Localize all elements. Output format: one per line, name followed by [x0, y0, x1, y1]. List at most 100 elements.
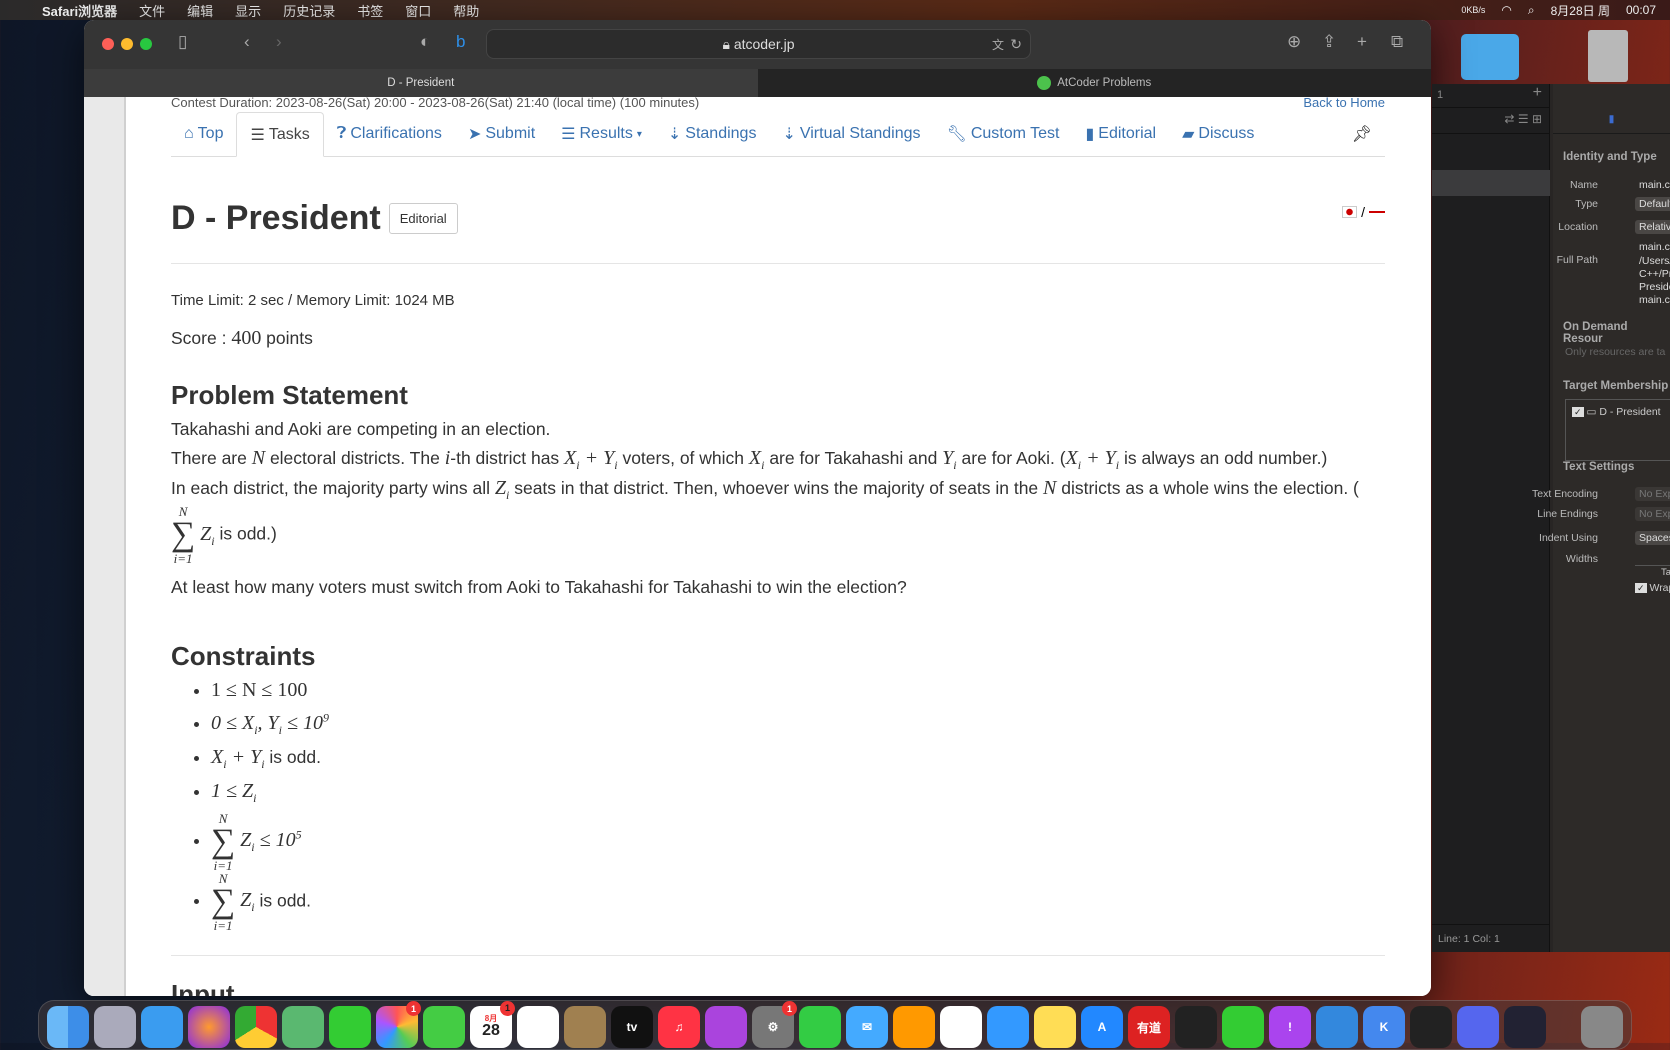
nav-virtual-standings[interactable]: ⇣ Virtual Standings	[769, 112, 933, 156]
nav-editorial[interactable]: ▮ Editorial	[1072, 112, 1169, 156]
editorial-button[interactable]: Editorial	[388, 203, 458, 234]
qq-icon[interactable]	[1410, 1006, 1452, 1048]
nav-label: Discuss	[1198, 125, 1255, 142]
qq-icon[interactable]	[1175, 1006, 1217, 1048]
translate-icon[interactable]: ⽂	[992, 36, 1004, 53]
encoding-select[interactable]: No Explicit	[1635, 487, 1670, 501]
line-endings-select[interactable]: No Explicit	[1635, 507, 1670, 521]
freeform-icon[interactable]	[940, 1006, 982, 1048]
new-tab-icon[interactable]: +	[1357, 32, 1367, 52]
close-button[interactable]	[102, 38, 114, 50]
sidebar-icon[interactable]: ▯	[178, 32, 187, 52]
launchpad-icon[interactable]	[94, 1006, 136, 1048]
notes-icon[interactable]	[1034, 1006, 1076, 1048]
name-field[interactable]: main.cpp	[1635, 178, 1670, 192]
clock-time[interactable]: 00:07	[1626, 3, 1656, 17]
system-settings-icon[interactable]: ⚙ 1	[752, 1001, 797, 1048]
swap-icon[interactable]: ⇄	[1504, 112, 1514, 126]
discord-icon[interactable]	[1457, 1006, 1499, 1048]
indent-select[interactable]: Spaces	[1635, 531, 1670, 545]
wifi-icon[interactable]: ◠	[1501, 3, 1511, 17]
flag-jp-icon[interactable]	[1342, 206, 1358, 218]
nav-label: Top	[197, 125, 224, 142]
wrap-lines-checkbox[interactable]: ✓ Wrap lines	[1635, 582, 1670, 594]
music-icon[interactable]: ♫	[658, 1006, 700, 1048]
text-settings-heading: Text Settings	[1563, 461, 1635, 473]
pages-icon[interactable]	[893, 1006, 935, 1048]
location-select[interactable]: Relative	[1635, 220, 1670, 234]
address-bar[interactable]: 🔒︎ atcoder.jp ↻ ⽂	[486, 29, 1031, 59]
chrome-icon[interactable]	[235, 1006, 277, 1048]
odr-field[interactable]: Only resources are ta	[1565, 346, 1665, 358]
maps-icon[interactable]	[282, 1006, 324, 1048]
menu-history[interactable]: 历史记录	[283, 1, 335, 20]
calendar-icon[interactable]: 8月 28 1	[470, 1001, 515, 1048]
wechat-icon[interactable]	[1222, 1006, 1264, 1048]
editor-tab[interactable]: 1 +	[1432, 84, 1550, 108]
menu-file[interactable]: 文件	[139, 1, 165, 20]
nav-clarifications[interactable]: ❓︎ Clarifications	[324, 112, 455, 156]
youdao-icon[interactable]: 有道	[1128, 1006, 1170, 1048]
safari-icon[interactable]	[141, 1006, 183, 1048]
finder-icon[interactable]	[47, 1006, 89, 1048]
back-icon[interactable]: ‹	[244, 32, 250, 52]
obs-icon[interactable]	[1504, 1006, 1546, 1048]
nav-custom-test[interactable]: 🔧︎ Custom Test	[934, 112, 1073, 156]
question-icon: ❓︎	[336, 125, 347, 142]
type-select[interactable]: Default	[1635, 197, 1670, 211]
apple-tv-icon[interactable]: tv	[611, 1006, 653, 1048]
file-inspector-icon[interactable]: ▮	[1553, 108, 1670, 134]
add-editor-icon[interactable]: ⊞	[1532, 112, 1542, 126]
nav-results[interactable]: ☰ Results ▾	[548, 112, 655, 156]
minimap-icon[interactable]: ☰	[1518, 112, 1529, 126]
share-icon[interactable]: ⇪	[1322, 32, 1336, 52]
shield-icon[interactable]: ◐	[420, 32, 430, 52]
firefox-icon[interactable]	[188, 1006, 230, 1048]
nav-tasks[interactable]: ☰ Tasks	[236, 112, 324, 157]
photos-icon[interactable]: 1	[376, 1001, 421, 1048]
tab-overview-icon[interactable]: ⧉	[1391, 32, 1403, 52]
xcode-icon[interactable]	[1316, 1006, 1358, 1048]
menu-edit[interactable]: 编辑	[187, 1, 213, 20]
menu-app[interactable]: Safari浏览器	[42, 1, 117, 20]
tab-d-president[interactable]: D - President	[84, 69, 758, 97]
nav-label: Editorial	[1098, 125, 1157, 142]
nav-submit[interactable]: ➤ Submit	[455, 112, 548, 156]
nav-standings[interactable]: ⇣ Standings	[655, 112, 770, 156]
download-icon[interactable]: ⊕	[1287, 32, 1301, 52]
search-icon[interactable]: ⌕	[1528, 3, 1535, 18]
reminders-icon[interactable]	[517, 1006, 559, 1048]
facetime-icon[interactable]	[329, 1006, 371, 1048]
pin-icon[interactable]: 📌︎	[1339, 112, 1385, 156]
podcasts-icon[interactable]	[705, 1006, 747, 1048]
widths-field[interactable]	[1635, 552, 1670, 566]
tab-atcoder-problems[interactable]: AtCoder Problems	[757, 69, 1431, 97]
back-to-home-link[interactable]: Back to Home	[1303, 97, 1385, 110]
mail-icon[interactable]: ✉	[846, 1006, 888, 1048]
messages-icon[interactable]	[423, 1006, 465, 1048]
minimize-button[interactable]	[121, 38, 133, 50]
bing-icon[interactable]: b	[456, 32, 465, 52]
kaleidoscope-icon[interactable]: K	[1363, 1006, 1405, 1048]
target-item[interactable]: ✓ ▭ D - President	[1566, 400, 1670, 424]
desktop-folder-icon[interactable]	[1461, 34, 1519, 80]
menu-window[interactable]: 窗口	[405, 1, 431, 20]
numbers-icon[interactable]	[799, 1006, 841, 1048]
contacts-icon[interactable]	[564, 1006, 606, 1048]
zoom-button[interactable]	[140, 38, 152, 50]
nav-discuss[interactable]: ▰ Discuss	[1169, 112, 1267, 156]
desktop-file-icon[interactable]	[1588, 30, 1628, 82]
app-store-icon[interactable]: A	[1081, 1006, 1123, 1048]
add-icon[interactable]: +	[1533, 84, 1542, 102]
menu-help[interactable]: 帮助	[453, 1, 479, 20]
clock-date[interactable]: 8月28日 周	[1551, 2, 1610, 19]
nav-top[interactable]: ⌂ Top	[171, 112, 236, 156]
trash-icon[interactable]	[1581, 1006, 1623, 1048]
menu-view[interactable]: 显示	[235, 1, 261, 20]
reload-icon[interactable]: ↻	[1010, 36, 1022, 53]
feedback-icon[interactable]: !	[1269, 1006, 1311, 1048]
flag-en-icon[interactable]	[1369, 206, 1385, 218]
forward-icon[interactable]: ›	[276, 32, 282, 52]
menu-bookmarks[interactable]: 书签	[357, 1, 383, 20]
keynote-icon[interactable]	[987, 1006, 1029, 1048]
